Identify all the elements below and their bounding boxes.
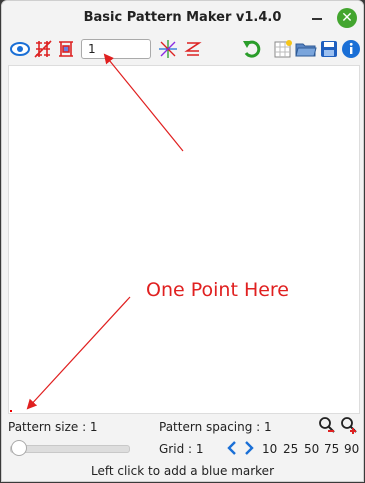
toolbar (2, 36, 363, 64)
drawing-canvas[interactable] (8, 65, 360, 414)
undo-icon[interactable] (241, 38, 263, 60)
pattern-spacing-label: Pattern spacing : 1 (159, 420, 272, 434)
annotation-label: One Point Here (146, 279, 290, 301)
zigzag-icon[interactable] (182, 38, 204, 60)
grid-preset-25[interactable]: 25 (283, 442, 298, 456)
save-icon[interactable] (318, 38, 340, 60)
bottom-panel: Pattern size : 1 Pattern spacing : 1 Gri… (2, 414, 363, 481)
pattern-size-slider[interactable] (10, 445, 130, 453)
grid-icon[interactable] (55, 38, 77, 60)
pattern-size-label: Pattern size : 1 (8, 420, 98, 434)
chevron-left-icon[interactable] (226, 440, 238, 459)
zoom-in-icon[interactable] (340, 416, 358, 437)
grid-preset-90[interactable]: 90 (344, 442, 359, 456)
grid-preset-75[interactable]: 75 (324, 442, 339, 456)
app-window: Basic Pattern Maker v1.4.0 ✕ 1 Pattern s… (1, 0, 364, 482)
minimize-button[interactable] (309, 10, 325, 26)
flip-icon[interactable] (32, 38, 54, 60)
grid-preset-50[interactable]: 50 (304, 442, 319, 456)
close-button[interactable]: ✕ (337, 8, 357, 28)
grid-preset-10[interactable]: 10 (262, 442, 277, 456)
grid-label: Grid : 1 (159, 442, 204, 456)
star-icon[interactable] (157, 38, 179, 60)
info-icon[interactable] (340, 38, 362, 60)
chevron-right-icon[interactable] (243, 440, 255, 459)
zoom-out-icon[interactable] (318, 416, 336, 437)
new-icon[interactable] (272, 38, 294, 60)
open-icon[interactable] (295, 38, 317, 60)
point-marker (10, 410, 12, 412)
slider-handle[interactable] (11, 440, 27, 456)
title-bar: Basic Pattern Maker v1.4.0 ✕ (2, 1, 363, 35)
pattern-input[interactable] (81, 39, 151, 59)
status-text: Left click to add a blue marker (90, 464, 275, 478)
eye-icon[interactable] (9, 38, 31, 60)
